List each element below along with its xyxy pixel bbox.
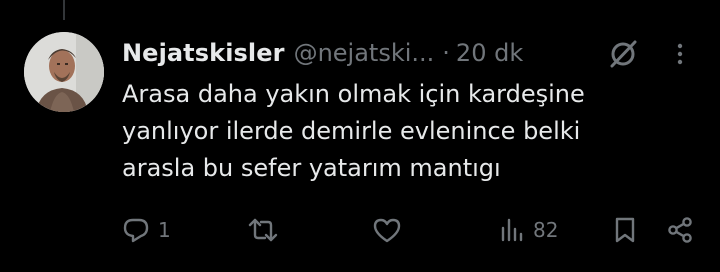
user-handle[interactable]: @nejatski...: [294, 39, 435, 67]
reply-count: 1: [158, 218, 171, 242]
share-button[interactable]: [666, 213, 694, 247]
tweet-timestamp[interactable]: 20 dk: [456, 39, 523, 67]
reply-icon: [123, 218, 149, 243]
more-icon[interactable]: [668, 38, 692, 70]
tweet-header: Nejatskisler @nejatski... · 20 dk: [122, 36, 523, 70]
display-name[interactable]: Nejatskisler: [122, 39, 285, 67]
retweet-icon: [248, 218, 278, 242]
views-count: 82: [533, 218, 559, 242]
retweet-button[interactable]: [247, 213, 279, 247]
reply-button[interactable]: 1: [122, 213, 171, 247]
share-icon: [668, 217, 692, 243]
bookmark-button[interactable]: [612, 213, 638, 247]
avatar-photo: [24, 32, 104, 112]
bookmark-icon: [615, 217, 635, 243]
thread-connector-line: [63, 0, 65, 20]
heart-icon: [373, 218, 401, 243]
separator-dot: ·: [442, 39, 450, 67]
avatar[interactable]: [24, 32, 104, 112]
tweet-text: Arasa daha yakın olmak için kardeşine ya…: [122, 80, 585, 182]
views-button[interactable]: 82: [499, 213, 558, 247]
views-icon: [501, 218, 523, 242]
grok-icon[interactable]: [607, 38, 639, 70]
like-button[interactable]: [372, 213, 402, 247]
